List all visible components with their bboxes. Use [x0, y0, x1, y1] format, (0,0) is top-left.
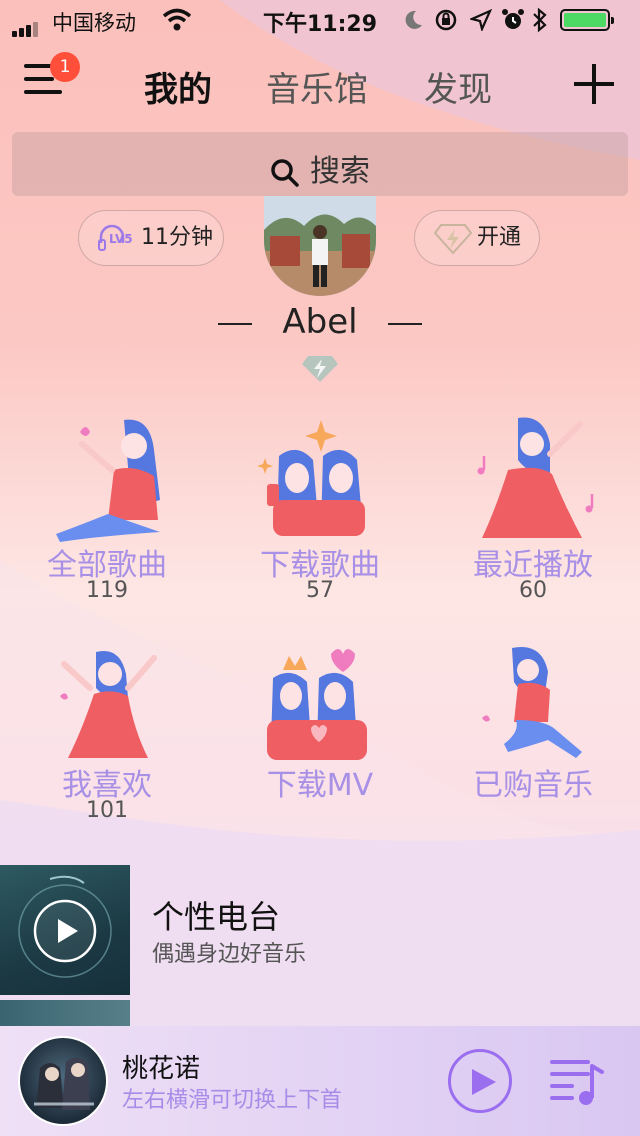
mini-player[interactable]: 桃花诺 左右横滑可切换上下首: [0, 1026, 640, 1136]
level-badge: LV5: [109, 232, 133, 246]
moon-icon: [405, 10, 422, 29]
all-songs-count: 119: [86, 578, 128, 603]
two-girls-crown-heart-illustration: [267, 649, 367, 760]
play-button[interactable]: [448, 1049, 512, 1113]
radio-cover-art: [18, 875, 112, 978]
search-placeholder: 搜索: [310, 154, 370, 189]
rotation-lock-icon: [435, 9, 457, 31]
vip-open-pill[interactable]: 开通: [414, 210, 540, 266]
playlist-icon[interactable]: [548, 1054, 608, 1110]
location-arrow-icon: [470, 9, 492, 31]
now-playing-cover[interactable]: [18, 1036, 108, 1126]
downloaded-songs-count: 57: [306, 578, 334, 603]
downloaded-songs-item[interactable]: 下载歌曲 57: [215, 410, 425, 610]
downloaded-mv-item[interactable]: 下载MV: [215, 640, 425, 830]
recently-played-count: 60: [519, 578, 547, 603]
search-bar[interactable]: 搜索: [12, 132, 628, 196]
happy-girl-illustration: [60, 650, 157, 758]
favorites-count: 101: [86, 798, 128, 823]
recently-played-item[interactable]: 最近播放 60: [428, 410, 638, 610]
downloaded-mv-label: 下载MV: [266, 768, 374, 803]
battery-icon: [560, 9, 614, 31]
favorites-item[interactable]: 我喜欢 101: [2, 640, 212, 830]
dancing-girl-illustration: [477, 417, 594, 538]
listen-time: 11分钟: [141, 225, 213, 250]
swipe-hint: 左右横滑可切换上下首: [122, 1088, 343, 1113]
avatar[interactable]: [264, 196, 376, 296]
notification-badge: 1: [50, 52, 80, 82]
tab-discover[interactable]: 发现: [424, 62, 492, 111]
vip-diamond-icon: [302, 356, 338, 382]
username: Abel: [0, 302, 640, 342]
all-songs-item[interactable]: 全部歌曲 119: [2, 410, 212, 610]
vip-open-label: 开通: [477, 225, 522, 250]
listen-time-pill[interactable]: LV5 11分钟: [78, 210, 224, 266]
add-button[interactable]: [574, 64, 614, 104]
purchased-music-item[interactable]: 已购音乐: [428, 640, 638, 830]
play-icon: [472, 1069, 496, 1095]
alarm-icon: [502, 9, 524, 29]
purchased-music-label: 已购音乐: [473, 768, 593, 803]
girl-sitting-butterfly-illustration: [56, 419, 160, 542]
bluetooth-icon: [533, 7, 547, 33]
diamond-bolt-icon: [433, 224, 473, 255]
personal-radio-title[interactable]: 个性电台: [152, 892, 280, 938]
search-icon: [271, 158, 299, 187]
avatar-photo: [264, 196, 376, 296]
two-girls-selfie-illustration: [257, 420, 365, 536]
status-bar: 中国移动 下午11:29: [0, 0, 640, 40]
now-playing-title: 桃花诺: [122, 1054, 201, 1084]
tab-mine[interactable]: 我的: [144, 62, 212, 111]
tab-music-hall[interactable]: 音乐馆: [266, 62, 368, 111]
personal-radio-subtitle: 偶遇身边好音乐: [152, 942, 307, 967]
running-girl-illustration: [482, 647, 582, 758]
album-art: [34, 1057, 94, 1110]
personal-radio-cover[interactable]: [0, 865, 130, 995]
